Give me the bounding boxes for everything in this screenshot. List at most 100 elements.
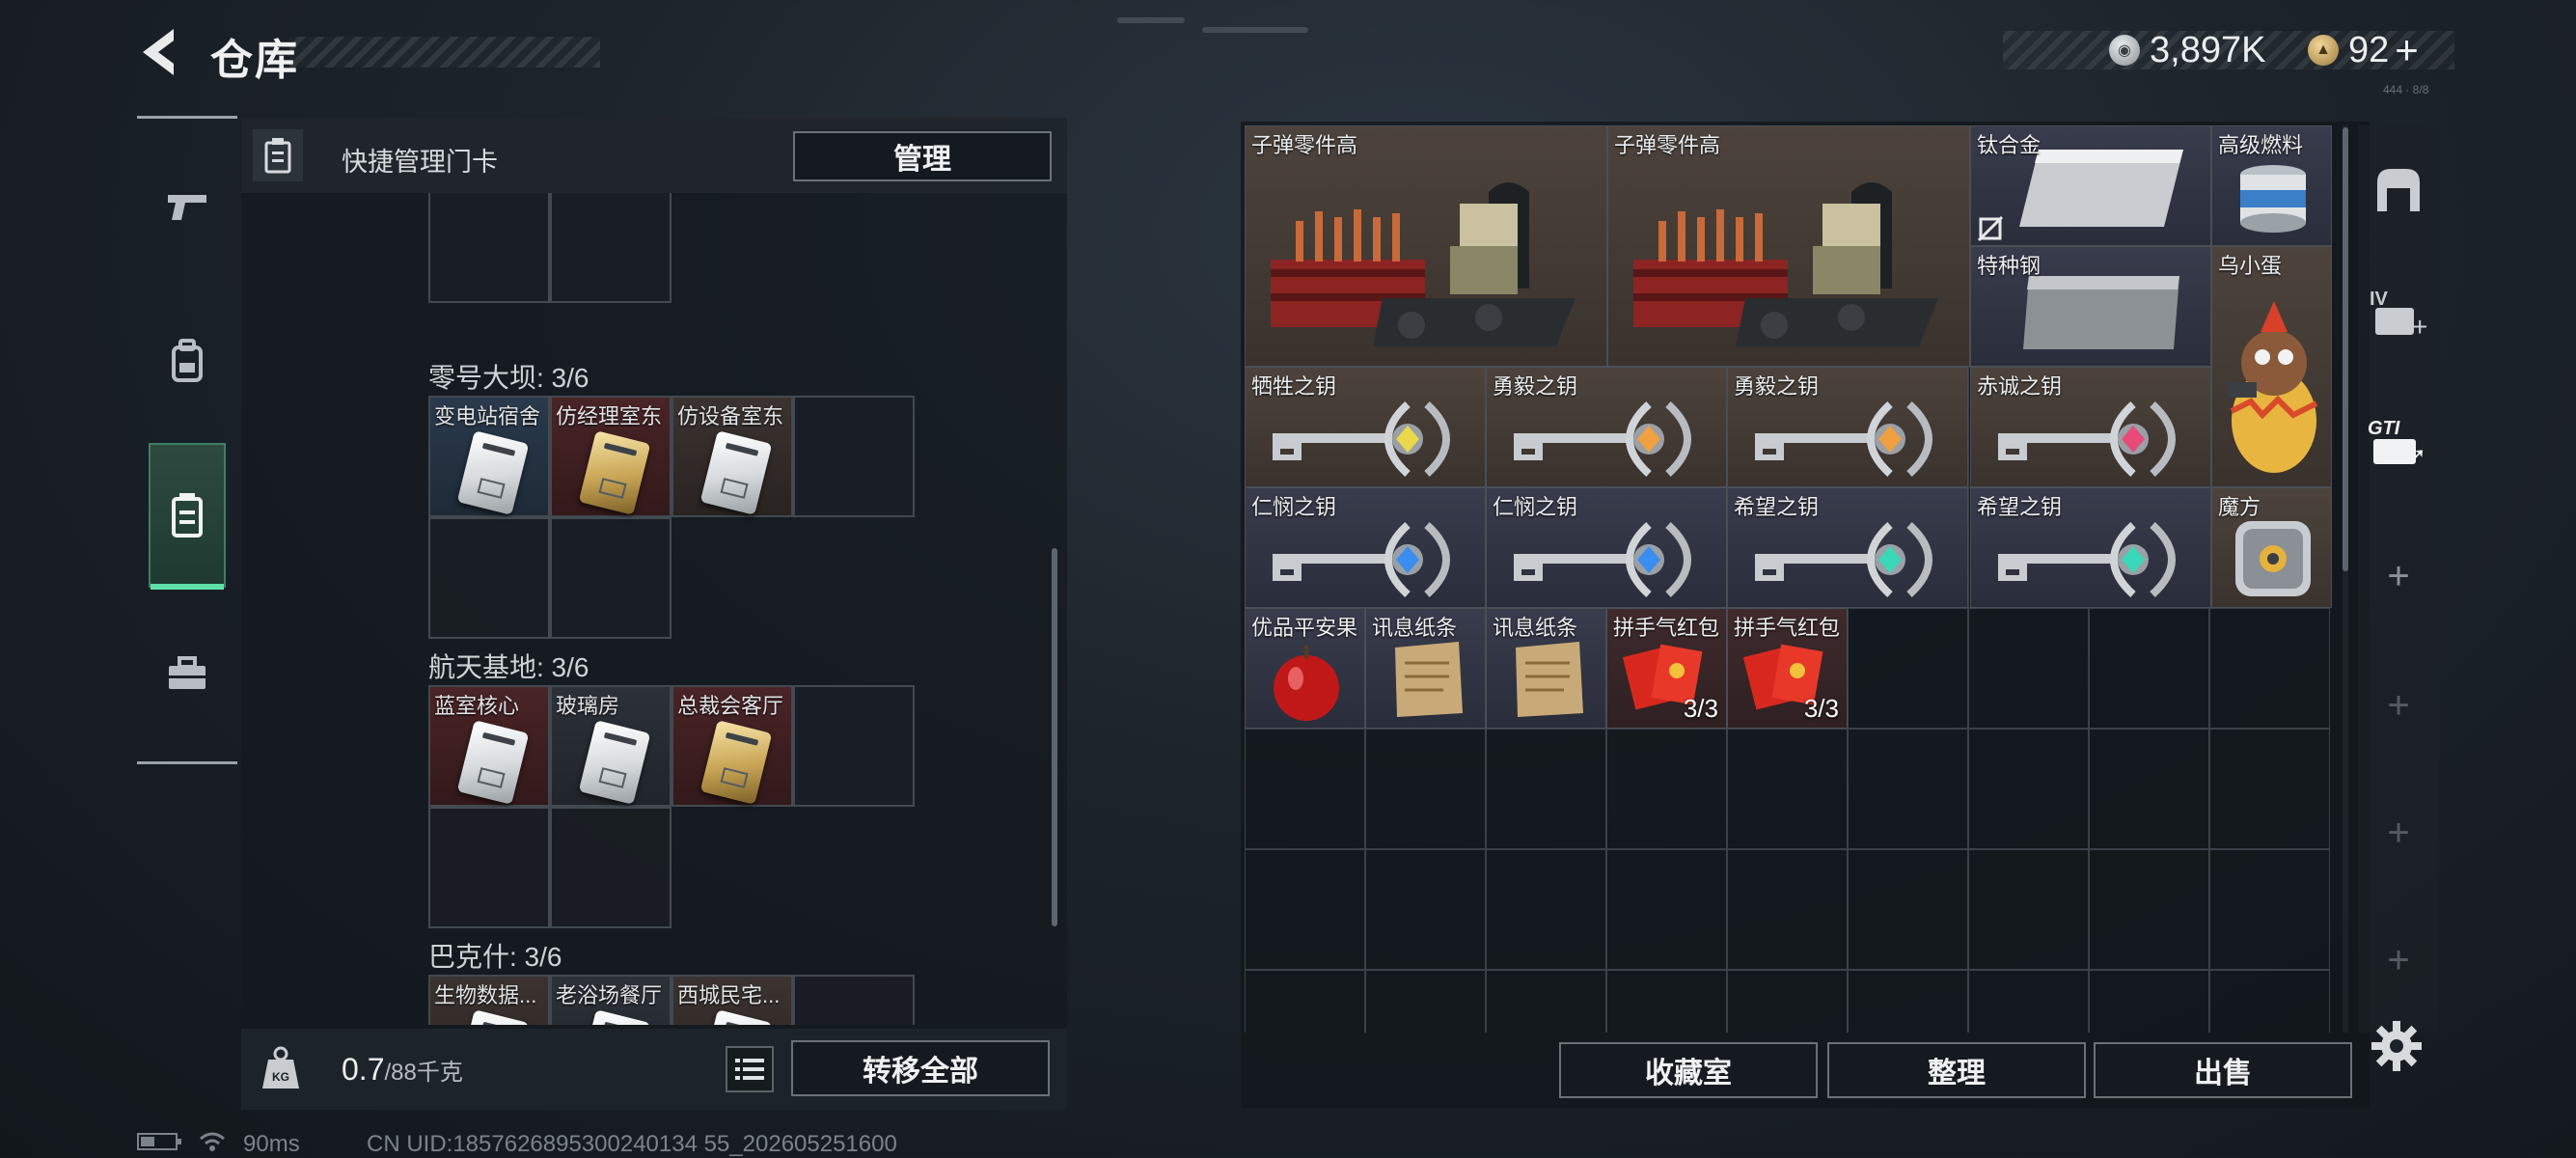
keycard-slot[interactable]: 西城民宅... [671,975,793,1025]
keycard-slot-empty[interactable] [550,193,671,303]
keycard-slot[interactable]: 老浴场餐厅 [550,975,671,1025]
grid-cell[interactable] [1968,970,2089,1033]
grid-cell[interactable] [1365,849,1486,970]
add-slot-button[interactable]: + [2358,641,2439,770]
transfer-all-button[interactable]: 转移全部 [791,1040,1050,1096]
grid-cell[interactable] [2209,608,2330,729]
inventory-item[interactable]: 高级燃料 [2211,125,2332,246]
add-slot-button[interactable]: + [2358,896,2439,1025]
gti-card-tab[interactable]: GTI ➚ [2358,378,2439,508]
keycard-slot-empty[interactable] [793,685,915,807]
keycard-list-scrollbar[interactable] [1052,548,1057,926]
add-slot-button[interactable]: + [2358,511,2439,641]
grid-cell[interactable] [1365,729,1486,849]
inventory-item[interactable]: 讯息纸条 [1486,608,1606,729]
keycard-slot-empty[interactable] [550,807,671,928]
header: 仓库 ◉ 3,897K ▲ 92 + 444 · 8/8 [0,0,2576,106]
safe-box-tab[interactable] [2358,125,2439,255]
tab-keycard-case[interactable] [149,443,226,590]
list-view-button[interactable] [726,1046,774,1092]
grid-cell[interactable] [2209,970,2330,1033]
settings-button[interactable] [2370,1019,2424,1073]
keycard-slot[interactable]: 仿经理室东 [550,396,671,517]
inventory-item[interactable]: 勇毅之钥 [1727,367,1968,487]
grid-cell[interactable] [2089,849,2209,970]
grid-cell[interactable] [1727,849,1848,970]
inventory-item[interactable]: 拼手气红包 3/3 [1606,608,1727,729]
grid-cell[interactable] [1365,970,1486,1033]
grid-cell[interactable] [2089,970,2209,1033]
tab-weapons[interactable] [149,134,226,279]
gold-currency[interactable]: ▲ 92 + [2308,27,2419,72]
inventory-item[interactable]: 希望之钥 [1970,487,2211,608]
grid-cell[interactable] [1727,729,1848,849]
tab-backpack[interactable] [149,289,226,433]
sort-button[interactable]: 整理 [1827,1042,2086,1098]
inventory-item[interactable]: 赤诚之钥 [1970,367,2211,487]
grid-cell[interactable] [1606,729,1727,849]
inventory-item[interactable]: 乌小蛋 [2211,246,2332,487]
keycard-slot[interactable]: 蓝室核心 [428,685,550,807]
grid-cell[interactable] [1486,849,1606,970]
grid-cell[interactable] [1486,729,1606,849]
warehouse-scrollbar[interactable] [2343,127,2348,571]
keycard-slot[interactable]: 生物数据... [428,975,550,1025]
keycard-slot[interactable]: 玻璃房 [550,685,671,807]
manage-button[interactable]: 管理 [793,131,1052,181]
inventory-item[interactable]: 特种钢 [1970,246,2211,367]
sell-button[interactable]: 出售 [2094,1042,2352,1098]
keycard-slot[interactable]: 仿设备室东 [671,396,793,517]
keycard-slot-empty[interactable] [793,975,915,1025]
keycard-slot-empty[interactable] [550,517,671,639]
grid-cell[interactable] [1245,970,1365,1033]
item-label: 勇毅之钥 [1734,374,1820,399]
grid-cell[interactable] [1848,608,1968,729]
keycard-slot[interactable]: 总裁会客厅 [671,685,793,807]
warehouse-grid[interactable]: 子弹零件高 子弹零件高 钛合金 高级燃料 特种钢 乌小蛋 牺牲之钥 勇毅之钥 勇… [1245,125,2333,1033]
grid-cell[interactable] [2089,729,2209,849]
grid-cell[interactable] [2209,849,2330,970]
tab-toolbox[interactable] [149,601,226,746]
grid-cell[interactable] [1245,729,1365,849]
keycard-slot-empty[interactable] [428,193,550,303]
keycard-slot-empty[interactable] [793,396,915,517]
grid-cell[interactable] [1848,970,1968,1033]
inventory-item[interactable]: 仁悯之钥 [1486,487,1727,608]
inventory-item[interactable]: 牺牲之钥 [1245,367,1486,487]
grid-cell[interactable] [1968,729,2089,849]
grid-cell[interactable] [1727,970,1848,1033]
inventory-item[interactable]: 希望之钥 [1727,487,1968,608]
expansion-iv-tab[interactable]: IV + [2358,251,2439,380]
inventory-item[interactable]: 钛合金 [1970,125,2211,246]
keycard-list[interactable]: 零号大坝: 3/6 变电站宿舍 仿经理室东 仿设备室东 航天基地: 3/6 蓝室… [241,193,1067,1025]
keycard-slot-empty[interactable] [428,807,550,928]
inventory-item[interactable]: 优品平安果 [1245,608,1365,729]
inventory-item[interactable]: 拼手气红包 3/3 [1727,608,1848,729]
grid-cell[interactable] [1968,849,2089,970]
back-button[interactable] [135,25,185,79]
grid-cell[interactable] [1968,608,2089,729]
inventory-item[interactable]: 讯息纸条 [1365,608,1486,729]
inventory-item[interactable]: 魔方 [2211,487,2332,608]
grid-cell[interactable] [2209,729,2330,849]
grid-cell[interactable] [1245,849,1365,970]
silver-currency[interactable]: ◉ 3,897K [2109,30,2265,70]
keycard-slot-empty[interactable] [428,517,550,639]
grid-cell[interactable] [1606,970,1727,1033]
add-slot-button[interactable]: + [2358,768,2439,897]
grid-cell[interactable] [1486,970,1606,1033]
grid-cell[interactable] [1848,729,1968,849]
inventory-item[interactable]: 子弹零件高 [1607,125,1970,367]
inventory-item[interactable]: 勇毅之钥 [1486,367,1727,487]
grid-cell[interactable] [1606,849,1727,970]
grid-cell[interactable] [1848,849,1968,970]
grid-cell[interactable] [2089,608,2209,729]
weight-current: 0.7 [342,1052,385,1087]
collection-room-button[interactable]: 收藏室 [1559,1042,1818,1098]
add-currency-button[interactable]: + [2395,27,2419,73]
inventory-item[interactable]: 仁悯之钥 [1245,487,1486,608]
keycard-slot[interactable]: 变电站宿舍 [428,396,550,517]
uid-readout: CN UID:1857626895300240134 55_2026052516… [367,1131,897,1157]
locked-slot-icon [1977,215,2004,242]
inventory-item[interactable]: 子弹零件高 [1245,125,1607,367]
